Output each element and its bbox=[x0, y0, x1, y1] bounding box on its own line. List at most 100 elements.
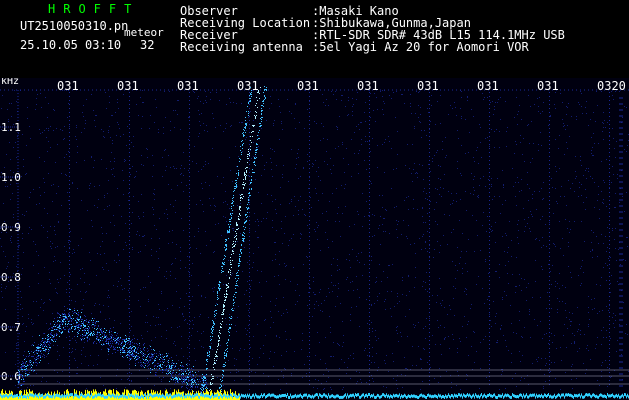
time-gridline-dot bbox=[249, 228, 250, 229]
time-gridline-dot bbox=[129, 308, 130, 309]
time-gridline-dot bbox=[309, 176, 310, 177]
time-gridline-dot bbox=[189, 104, 190, 105]
time-gridline-dot bbox=[249, 296, 250, 297]
time-label: 031 bbox=[357, 79, 379, 93]
time-gridline-dot bbox=[189, 196, 190, 197]
time-gridline-dot bbox=[69, 276, 70, 277]
time-gridline-dot bbox=[249, 360, 250, 361]
time-gridline-dot bbox=[489, 360, 490, 361]
time-gridline-dot bbox=[309, 260, 310, 261]
time-gridline-dot bbox=[69, 328, 70, 329]
time-gridline-dot bbox=[369, 180, 370, 181]
time-gridline-dot bbox=[129, 132, 130, 133]
time-gridline-dot bbox=[369, 320, 370, 321]
time-gridline-dot bbox=[189, 188, 190, 189]
time-gridline-dot bbox=[69, 224, 70, 225]
time-gridline-dot bbox=[69, 104, 70, 105]
time-gridline-dot bbox=[549, 232, 550, 233]
time-gridline-dot bbox=[609, 296, 610, 297]
time-gridline-dot bbox=[489, 356, 490, 357]
time-label: 0320 bbox=[597, 79, 626, 93]
time-gridline-dot bbox=[489, 336, 490, 337]
time-gridline-dot bbox=[369, 236, 370, 237]
time-gridline-dot bbox=[489, 192, 490, 193]
time-gridline-dot bbox=[249, 184, 250, 185]
time-gridline-dot bbox=[609, 284, 610, 285]
time-gridline-dot bbox=[69, 292, 70, 293]
time-gridline-dot bbox=[609, 368, 610, 369]
time-gridline-dot bbox=[429, 352, 430, 353]
time-gridline-dot bbox=[69, 196, 70, 197]
time-gridline-dot bbox=[489, 204, 490, 205]
time-gridline-dot bbox=[489, 232, 490, 233]
time-gridline-dot bbox=[429, 236, 430, 237]
time-gridline-dot bbox=[429, 108, 430, 109]
time-gridline-dot bbox=[549, 300, 550, 301]
time-gridline-dot bbox=[549, 276, 550, 277]
time-gridline-dot bbox=[129, 208, 130, 209]
spectrogram-plot[interactable]: 1.11.00.90.80.70.6kHz 031 031 031 031 031 031 0… bbox=[0, 78, 629, 400]
time-gridline-dot bbox=[369, 220, 370, 221]
time-label: 031 bbox=[177, 79, 199, 93]
time-gridline-dot bbox=[549, 108, 550, 109]
time-gridline-dot bbox=[609, 252, 610, 253]
time-gridline-dot bbox=[609, 236, 610, 237]
time-gridline-dot bbox=[489, 108, 490, 109]
time-gridline-dot bbox=[309, 300, 310, 301]
time-gridline-dot bbox=[429, 312, 430, 313]
time-gridline-dot bbox=[69, 232, 70, 233]
event-count: 32 bbox=[140, 38, 155, 52]
time-gridline-dot bbox=[129, 172, 130, 173]
time-gridline-dot bbox=[249, 176, 250, 177]
time-gridline-dot bbox=[609, 288, 610, 289]
time-gridline-dot bbox=[549, 296, 550, 297]
time-gridline-dot bbox=[189, 240, 190, 241]
time-gridline-dot bbox=[549, 140, 550, 141]
time-gridline-dot bbox=[549, 352, 550, 353]
time-gridline-dot bbox=[429, 328, 430, 329]
time-gridline-dot bbox=[129, 332, 130, 333]
time-gridline-dot bbox=[249, 348, 250, 349]
time-gridline-dot bbox=[609, 244, 610, 245]
time-gridline-dot bbox=[609, 260, 610, 261]
time-gridline-dot bbox=[189, 180, 190, 181]
time-gridline-dot bbox=[249, 224, 250, 225]
time-gridline-dot bbox=[249, 116, 250, 117]
time-gridline-dot bbox=[429, 348, 430, 349]
time-gridline-dot bbox=[369, 344, 370, 345]
time-gridline-dot bbox=[489, 340, 490, 341]
time-gridline-dot bbox=[429, 188, 430, 189]
time-gridline-dot bbox=[609, 148, 610, 149]
time-gridline-dot bbox=[69, 352, 70, 353]
time-gridline-dot bbox=[309, 352, 310, 353]
time-gridline-dot bbox=[129, 264, 130, 265]
time-gridline-dot bbox=[609, 124, 610, 125]
time-gridline-dot bbox=[549, 272, 550, 273]
time-gridline-dot bbox=[249, 180, 250, 181]
time-gridline-dot bbox=[429, 204, 430, 205]
time-gridline-dot bbox=[609, 192, 610, 193]
time-gridline-dot bbox=[609, 316, 610, 317]
time-gridline-dot bbox=[549, 380, 550, 381]
time-gridline-dot bbox=[549, 280, 550, 281]
time-gridline-dot bbox=[609, 276, 610, 277]
time-gridline-dot bbox=[369, 176, 370, 177]
time-gridline-dot bbox=[189, 192, 190, 193]
time-gridline-dot bbox=[369, 324, 370, 325]
time-gridline-dot bbox=[489, 348, 490, 349]
time-gridline-dot bbox=[249, 244, 250, 245]
time-gridline-dot bbox=[549, 360, 550, 361]
time-gridline-dot bbox=[549, 192, 550, 193]
time-gridline-dot bbox=[69, 108, 70, 109]
time-gridline-dot bbox=[489, 236, 490, 237]
time-gridline-dot bbox=[189, 280, 190, 281]
time-gridline-dot bbox=[369, 268, 370, 269]
time-gridline-dot bbox=[189, 340, 190, 341]
time-gridline-dot bbox=[489, 188, 490, 189]
time-gridline-dot bbox=[489, 312, 490, 313]
time-gridline-dot bbox=[549, 208, 550, 209]
time-gridline-dot bbox=[369, 92, 370, 93]
time-gridline-dot bbox=[609, 212, 610, 213]
time-gridline-dot bbox=[489, 120, 490, 121]
time-gridline-dot bbox=[429, 156, 430, 157]
